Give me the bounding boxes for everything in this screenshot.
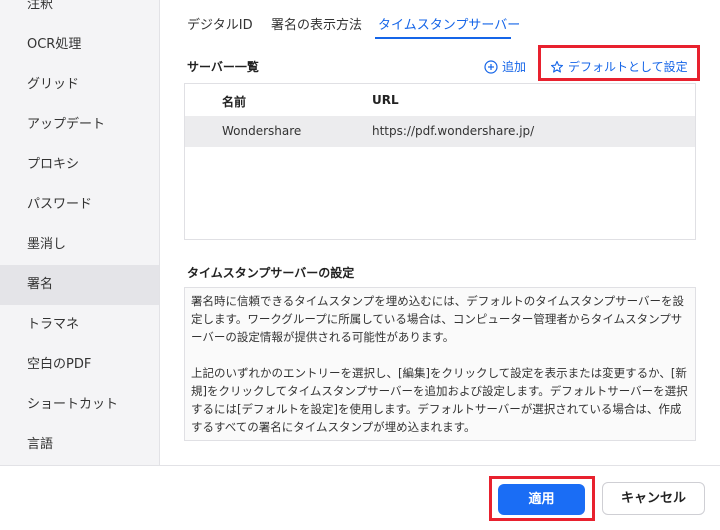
settings-sidebar: 注釈 OCR処理 グリッド アップデート プロキシ パスワード 墨消し 署名 ト…: [0, 0, 160, 465]
server-name-cell: Wondershare: [222, 124, 302, 138]
column-header-name: 名前: [222, 95, 247, 109]
column-header-url: URL: [372, 93, 399, 107]
sidebar-item-signature[interactable]: 署名: [0, 265, 159, 305]
server-table: 名前 URL Wondershare https://pdf.wondersha…: [184, 83, 696, 240]
sidebar-item-grid[interactable]: グリッド: [0, 65, 159, 105]
timestamp-settings-title: タイムスタンプサーバーの設定: [187, 266, 355, 280]
sidebar-item-language[interactable]: 言語: [0, 425, 159, 465]
description-paragraph-2: 上記のいずれかのエントリーを選択し、[編集]をクリックして設定を表示または変更す…: [191, 366, 688, 434]
table-row[interactable]: Wondershare https://pdf.wondershare.jp/: [185, 116, 695, 147]
plus-circle-icon: [484, 59, 498, 74]
timestamp-settings-description: 署名時に信頼できるタイムスタンプを埋め込むには、デフォルトのタイムスタンプサーバ…: [184, 287, 696, 441]
sidebar-item-ocr[interactable]: OCR処理: [0, 25, 159, 65]
highlight-box-apply: [489, 476, 595, 521]
tab-timestamp-server[interactable]: タイムスタンプサーバー: [378, 14, 520, 33]
sidebar-item-redaction[interactable]: 墨消し: [0, 225, 159, 265]
sidebar-item-update[interactable]: アップデート: [0, 105, 159, 145]
sidebar-item-password[interactable]: パスワード: [0, 185, 159, 225]
add-server-button[interactable]: 追加: [484, 58, 526, 75]
sidebar-item-shortcuts[interactable]: ショートカット: [0, 385, 159, 425]
server-url-cell: https://pdf.wondershare.jp/: [372, 124, 535, 138]
tab-digital-id[interactable]: デジタルID: [187, 14, 253, 33]
sidebar-item-blank-pdf[interactable]: 空白のPDF: [0, 345, 159, 385]
tab-signature-appearance[interactable]: 署名の表示方法: [271, 14, 362, 33]
sidebar-item-trademark[interactable]: トラマネ: [0, 305, 159, 345]
server-list-title: サーバー一覧: [187, 60, 259, 74]
sidebar-item-proxy[interactable]: プロキシ: [0, 145, 159, 185]
highlight-box-default: [538, 45, 700, 81]
add-server-label: 追加: [502, 60, 527, 74]
cancel-button[interactable]: キャンセル: [602, 482, 705, 515]
description-paragraph-1: 署名時に信頼できるタイムスタンプを埋め込むには、デフォルトのタイムスタンプサーバ…: [191, 294, 684, 344]
sidebar-item-annotation[interactable]: 注釈: [0, 0, 159, 25]
footer-divider: [0, 465, 720, 466]
active-tab-indicator: [375, 37, 511, 39]
